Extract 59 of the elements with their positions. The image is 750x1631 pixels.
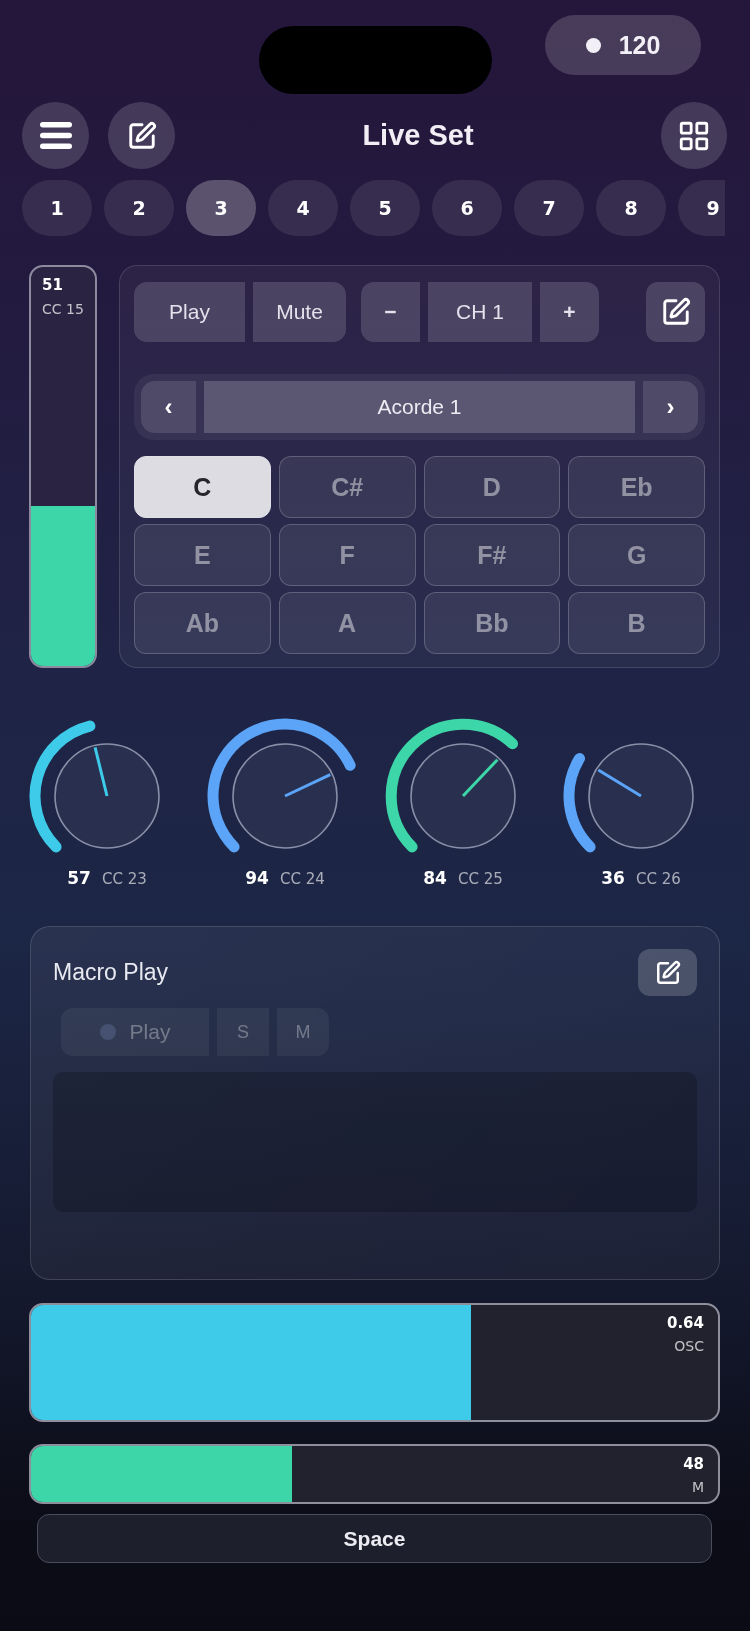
edit-icon [660,297,691,327]
preset-name[interactable]: Acorde 1 [204,381,635,433]
note-button[interactable]: Ab [134,592,271,654]
slider-label: OSC [674,1337,704,1356]
note-button[interactable]: C# [278,456,416,518]
note-button[interactable]: G [568,524,705,586]
fader-label: CC 15 [42,300,85,319]
tempo-pill[interactable]: 120 [545,15,701,75]
note-button[interactable]: Eb [568,456,705,518]
next-button[interactable]: › [643,381,698,433]
knob-value: 84 [423,868,447,888]
set-title: Live Set [361,119,475,152]
increase-button[interactable]: + [540,282,599,342]
previous-button[interactable]: ‹ [141,381,196,433]
slider-track[interactable]: 48 M [29,1444,720,1504]
status-dot-icon [99,1024,116,1040]
knob-label: CC 25 [457,870,503,888]
knob-label: CC 26 [635,870,681,888]
toggle-button[interactable]: Mute [253,282,346,342]
knob-value: 57 [67,868,91,888]
edit-button[interactable] [638,949,697,996]
knob-value: 94 [245,868,269,888]
scene-tab[interactable]: 6 [432,180,502,236]
knob-label: CC 23 [101,870,147,888]
decrease-button[interactable]: − [361,282,420,342]
note-button[interactable]: E [134,524,271,586]
note-button[interactable]: F [278,524,416,586]
scene-tab[interactable]: 7 [514,180,584,236]
slider-value: 0.64 [667,1313,704,1333]
scene-tab[interactable]: 1 [22,180,92,236]
scene-tab[interactable]: 2 [104,180,174,236]
slider-track[interactable]: 0.64 OSC [29,1303,720,1422]
scene-tab[interactable]: 3 [186,180,256,236]
edit-icon [126,120,157,151]
edit-icon [654,959,681,986]
fader-track[interactable]: 51 CC 15 [29,265,97,668]
tempo-value: 120 [618,30,661,60]
fader-value: 51 [42,275,64,295]
slider-label: M [691,1478,704,1497]
macro-title: Macro Play [53,959,169,986]
scene-tab[interactable]: 9 [678,180,725,236]
scene-tab[interactable]: 8 [596,180,666,236]
slider-value: 48 [683,1454,704,1474]
note-button[interactable]: F# [423,524,561,586]
space-button[interactable]: Space [37,1514,712,1563]
channel-value[interactable]: CH 1 [428,282,532,342]
dot-icon [585,37,601,53]
note-button[interactable]: B [568,592,705,654]
edit-button[interactable] [646,282,705,342]
note-button[interactable]: C [134,456,271,518]
note-button[interactable]: A [278,592,416,654]
toggle-button[interactable]: Play [134,282,245,342]
note-button[interactable]: D [423,456,561,518]
scene-tab[interactable]: 5 [350,180,420,236]
menu-icon [39,122,72,149]
scene-tab[interactable]: 4 [268,180,338,236]
note-button[interactable]: Bb [423,592,561,654]
knob-label: CC 24 [279,870,325,888]
knob-value: 36 [601,868,625,888]
